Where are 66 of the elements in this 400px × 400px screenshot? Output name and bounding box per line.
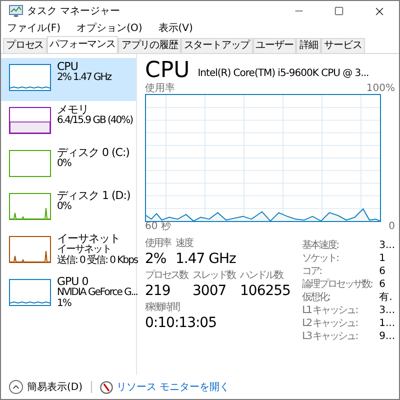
spec-value: 3... [379, 239, 395, 252]
menu-item[interactable]: 表示(V) [156, 24, 195, 34]
tab[interactable]: スタートアップ [180, 38, 253, 53]
stat-value: 0:10:13:05 [145, 314, 217, 332]
spec-value: 9... [379, 330, 395, 343]
stat-label: 速度 [176, 238, 194, 250]
tab[interactable]: パフォーマンス [46, 36, 118, 53]
window-title: タスク マネージャー [27, 4, 120, 18]
stat-value: 1.47 GHz [176, 250, 236, 268]
tab[interactable]: 詳細 [296, 38, 322, 53]
spec-label: L2 キャッシュ: [302, 317, 358, 330]
spec-value: 1... [379, 317, 395, 330]
processor-name: Intel(R) Core(TM) i5-9600K CPU @ 3... [198, 67, 369, 81]
tab[interactable]: プロセス [3, 38, 47, 53]
stat-label: スレッド数 [192, 270, 235, 282]
tab[interactable]: ユーザー [252, 38, 296, 53]
spec-value: 6 [379, 265, 386, 278]
gauge-icon [100, 380, 113, 394]
resource-monitor-link[interactable]: リソース モニターを開く [100, 380, 230, 394]
item-detail: 送信: 0 受信: 0 Kbps [57, 256, 138, 266]
stat-label: 稼働時間 [145, 302, 180, 314]
axis-label: 60 秒 [145, 222, 171, 232]
item-detail: 2% 1.47 GHz [57, 73, 112, 83]
item-detail: 0% [57, 202, 72, 212]
item-title: GPU 0 [57, 276, 88, 287]
spec-label: コア: [302, 265, 322, 278]
spec-label: 基本速度: [302, 239, 340, 252]
item-detail: 0% [57, 159, 72, 169]
axis-label: 100% [366, 84, 395, 94]
chevron-up-icon [9, 380, 23, 394]
item-title: イーサネット [57, 233, 121, 244]
stat-label: ハンドル数 [240, 270, 284, 282]
spec-value: 1 [379, 252, 386, 265]
menu-item[interactable]: ファイル(F) [5, 24, 63, 34]
stat-value: 219 [145, 282, 172, 300]
spec-label: L3 キャッシュ: [302, 330, 358, 343]
sidebar-item[interactable]: CPU 2% 1.47 GHz [1, 58, 136, 101]
spec-label: 仮想化: [302, 291, 331, 304]
item-detail: NVIDIA GeForce G... [57, 288, 138, 298]
item-detail: 6.4/15.9 GB (40%) [57, 116, 133, 126]
maximize-icon [334, 6, 344, 16]
spec-label: L1 キャッシュ: [302, 304, 358, 317]
spec-value: 有. [379, 291, 392, 304]
spec-label: ソケット: [302, 252, 340, 265]
stat-value: 3007 [192, 282, 228, 300]
stat-value: 106255 [240, 282, 290, 300]
axis-label: 0 [388, 222, 395, 232]
item-detail: 1% [57, 299, 72, 309]
tab[interactable]: アプリの履歴 [118, 38, 181, 53]
detail-title: CPU [145, 60, 190, 82]
spec-value: 6 [379, 278, 386, 291]
stat-label: 使用率 [145, 238, 170, 250]
item-title: ディスク 0 (C:) [57, 147, 130, 158]
tab[interactable]: サービス [321, 38, 365, 53]
fewer-details-button[interactable]: 簡易表示(D) [9, 380, 83, 394]
menu-item[interactable]: オプション(O) [74, 24, 144, 34]
stat-value: 2% [145, 250, 168, 268]
stat-label: プロセス数 [145, 270, 188, 282]
axis-label: 使用率 [145, 84, 175, 94]
app-icon [9, 5, 23, 17]
item-title: メモリ [57, 104, 88, 115]
item-title: ディスク 1 (D:) [57, 190, 130, 201]
spec-value: 3... [379, 304, 395, 317]
item-detail: イーサネット [57, 245, 112, 255]
item-title: CPU [57, 61, 78, 72]
spec-label: 論理プロセッサ数: [302, 278, 374, 291]
